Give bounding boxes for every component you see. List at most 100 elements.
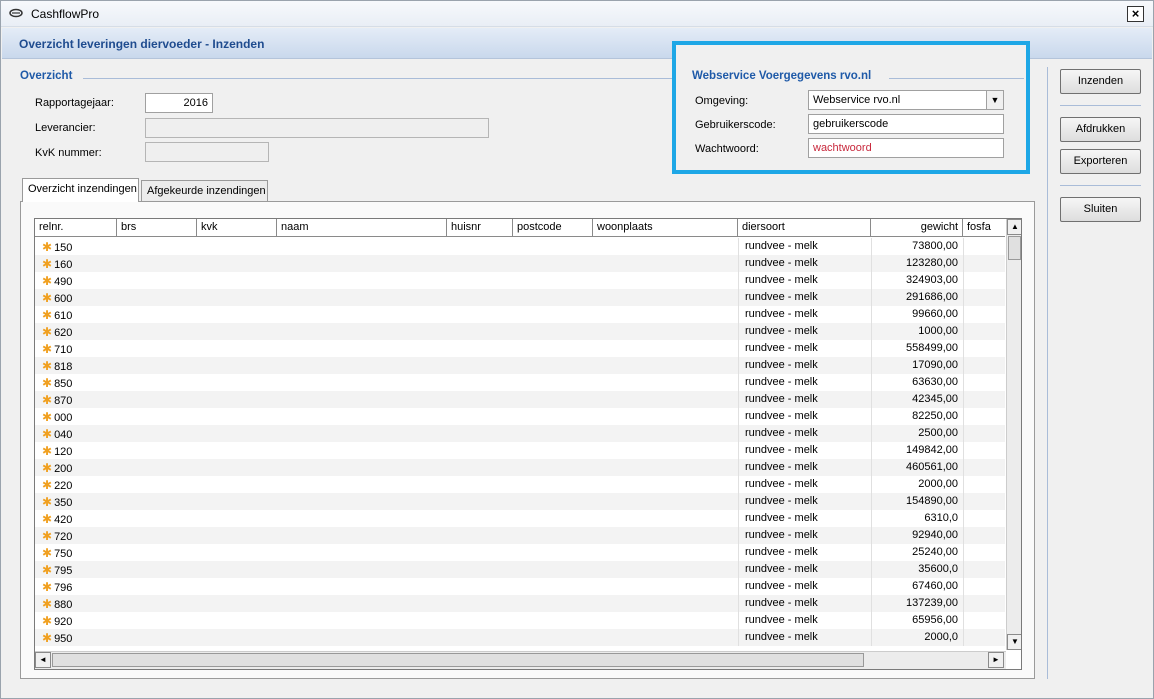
cell-separator xyxy=(738,629,739,646)
scroll-right-icon[interactable]: ► xyxy=(988,652,1004,668)
gewicht-cell: 460561,00 xyxy=(906,461,958,473)
table-row[interactable]: ✱ 750 rundvee - melk 25240,00 xyxy=(35,544,1005,561)
inzenden-button[interactable]: Inzenden xyxy=(1060,69,1141,94)
table-row[interactable]: ✱ 950 rundvee - melk 2000,0 xyxy=(35,629,1005,646)
diersoort-cell: rundvee - melk xyxy=(745,393,818,405)
column-header[interactable]: huisnr xyxy=(447,219,513,237)
exporteren-button[interactable]: Exporteren xyxy=(1060,149,1141,174)
diersoort-cell: rundvee - melk xyxy=(745,529,818,541)
column-header[interactable]: relnr. xyxy=(35,219,117,237)
diersoort-cell: rundvee - melk xyxy=(745,478,818,490)
relnr-value: 720 xyxy=(54,531,73,543)
scroll-down-icon[interactable]: ▼ xyxy=(1007,634,1021,650)
tab-overzicht-inzendingen[interactable]: Overzicht inzendingen xyxy=(22,178,139,202)
sluiten-button[interactable]: Sluiten xyxy=(1060,197,1141,222)
table-row[interactable]: ✱ 490 rundvee - melk 324903,00 xyxy=(35,272,1005,289)
table-row[interactable]: ✱ 350 rundvee - melk 154890,00 xyxy=(35,493,1005,510)
column-header[interactable]: naam xyxy=(277,219,447,237)
overview-heading: Overzicht xyxy=(20,70,73,82)
table-row[interactable]: ✱ 420 rundvee - melk 6310,0 xyxy=(35,510,1005,527)
diersoort-cell: rundvee - melk xyxy=(745,563,818,575)
column-header[interactable]: woonplaats xyxy=(593,219,738,237)
gewicht-cell: 123280,00 xyxy=(906,257,958,269)
asterisk-icon: ✱ xyxy=(42,444,53,458)
table-row[interactable]: ✱ 220 rundvee - melk 2000,00 xyxy=(35,476,1005,493)
gewicht-cell: 558499,00 xyxy=(906,342,958,354)
cell-separator xyxy=(738,408,739,425)
table-row[interactable]: ✱ 720 rundvee - melk 92940,00 xyxy=(35,527,1005,544)
table-row[interactable]: ✱ 000 rundvee - melk 82250,00 xyxy=(35,408,1005,425)
rapportagejaar-field[interactable]: 2016 xyxy=(145,93,213,113)
vertical-scrollbar[interactable]: ▲ ▼ xyxy=(1006,219,1021,650)
gewicht-cell: 35600,0 xyxy=(918,563,958,575)
vertical-scroll-thumb[interactable] xyxy=(1008,236,1021,260)
column-header[interactable]: brs xyxy=(117,219,197,237)
column-header[interactable]: diersoort xyxy=(738,219,871,237)
diersoort-cell: rundvee - melk xyxy=(745,410,818,422)
table-row[interactable]: ✱ 870 rundvee - melk 42345,00 xyxy=(35,391,1005,408)
table-row[interactable]: ✱ 796 rundvee - melk 67460,00 xyxy=(35,578,1005,595)
table-row[interactable]: ✱ 880 rundvee - melk 137239,00 xyxy=(35,595,1005,612)
cell-separator xyxy=(738,527,739,544)
diersoort-cell: rundvee - melk xyxy=(745,325,818,337)
asterisk-icon: ✱ xyxy=(42,461,53,475)
afdrukken-button[interactable]: Afdrukken xyxy=(1060,117,1141,142)
asterisk-icon: ✱ xyxy=(42,274,53,288)
table-row[interactable]: ✱ 160 rundvee - melk 123280,00 xyxy=(35,255,1005,272)
asterisk-icon: ✱ xyxy=(42,308,53,322)
relnr-value: 920 xyxy=(54,616,73,628)
column-header[interactable]: kvk xyxy=(197,219,277,237)
leverancier-field[interactable] xyxy=(145,118,489,138)
table-row[interactable]: ✱ 150 rundvee - melk 73800,00 xyxy=(35,238,1005,255)
relnr-value: 950 xyxy=(54,633,73,645)
relnr-value: 870 xyxy=(54,395,73,407)
scroll-up-icon[interactable]: ▲ xyxy=(1007,219,1021,235)
cell-separator xyxy=(963,493,964,510)
cell-separator xyxy=(738,374,739,391)
table-row[interactable]: ✱ 920 rundvee - melk 65956,00 xyxy=(35,612,1005,629)
table-row[interactable]: ✱ 200 rundvee - melk 460561,00 xyxy=(35,459,1005,476)
table-row[interactable]: ✱ 040 rundvee - melk 2500,00 xyxy=(35,425,1005,442)
table-row[interactable]: ✱ 850 rundvee - melk 63630,00 xyxy=(35,374,1005,391)
table-row[interactable]: ✱ 620 rundvee - melk 1000,00 xyxy=(35,323,1005,340)
button-divider-1 xyxy=(1060,105,1141,106)
relnr-value: 610 xyxy=(54,310,73,322)
table-row[interactable]: ✱ 710 rundvee - melk 558499,00 xyxy=(35,340,1005,357)
close-button[interactable]: × xyxy=(1127,6,1144,22)
scroll-left-icon[interactable]: ◄ xyxy=(35,652,51,668)
gewicht-cell: 137239,00 xyxy=(906,597,958,609)
gebruikerscode-field[interactable]: gebruikerscode xyxy=(808,114,1004,134)
asterisk-icon: ✱ xyxy=(42,631,53,645)
table-row[interactable]: ✱ 818 rundvee - melk 17090,00 xyxy=(35,357,1005,374)
diersoort-cell: rundvee - melk xyxy=(745,597,818,609)
kvk-field[interactable] xyxy=(145,142,269,162)
relnr-cell: ✱ 220 xyxy=(39,476,75,493)
gewicht-cell: 25240,00 xyxy=(912,546,958,558)
cell-separator xyxy=(963,255,964,272)
diersoort-cell: rundvee - melk xyxy=(745,444,818,456)
cell-separator xyxy=(963,289,964,306)
cell-separator xyxy=(738,595,739,612)
cell-separator xyxy=(738,289,739,306)
cell-separator xyxy=(963,391,964,408)
omgeving-select[interactable]: Webservice rvo.nl ▼ xyxy=(808,90,1004,110)
wachtwoord-field[interactable]: wachtwoord xyxy=(808,138,1004,158)
column-header[interactable]: postcode xyxy=(513,219,593,237)
relnr-value: 795 xyxy=(54,565,73,577)
relnr-value: 350 xyxy=(54,497,73,509)
horizontal-scroll-thumb[interactable] xyxy=(52,653,864,667)
gebruikerscode-label: Gebruikerscode: xyxy=(695,119,776,131)
chevron-down-icon[interactable]: ▼ xyxy=(986,91,1003,109)
cell-separator xyxy=(738,391,739,408)
tab-afgekeurde-inzendingen[interactable]: Afgekeurde inzendingen xyxy=(141,180,268,202)
cell-separator xyxy=(738,425,739,442)
horizontal-scrollbar[interactable]: ◄ ► xyxy=(35,651,1006,669)
table-row[interactable]: ✱ 795 rundvee - melk 35600,0 xyxy=(35,561,1005,578)
column-header[interactable]: gewicht xyxy=(871,219,963,237)
relnr-cell: ✱ 950 xyxy=(39,629,75,646)
relnr-cell: ✱ 750 xyxy=(39,544,75,561)
table-row[interactable]: ✱ 120 rundvee - melk 149842,00 xyxy=(35,442,1005,459)
relnr-cell: ✱ 720 xyxy=(39,527,75,544)
table-row[interactable]: ✱ 610 rundvee - melk 99660,00 xyxy=(35,306,1005,323)
table-row[interactable]: ✱ 600 rundvee - melk 291686,00 xyxy=(35,289,1005,306)
